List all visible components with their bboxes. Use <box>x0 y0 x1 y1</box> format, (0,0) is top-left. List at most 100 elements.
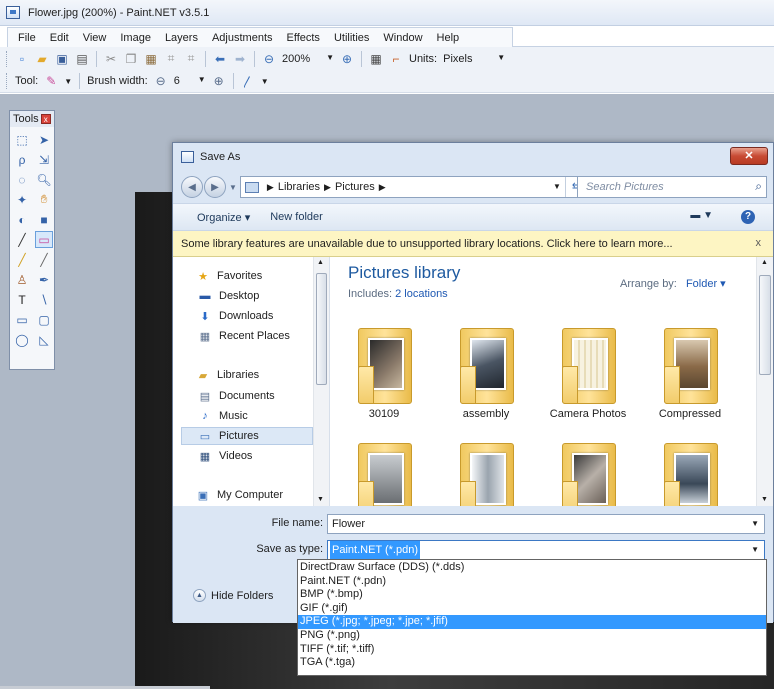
eraser-icon[interactable]: ▭ <box>35 231 53 248</box>
grid-icon[interactable]: ▦ <box>368 51 384 67</box>
folder-item[interactable]: assembly <box>446 314 526 424</box>
type-option-bmp[interactable]: BMP (*.bmp) <box>298 588 766 602</box>
lasso-select-icon[interactable]: ρ <box>13 151 31 168</box>
menu-effects[interactable]: Effects <box>280 32 327 44</box>
file-list-scrollbar[interactable]: ▲ ▼ <box>756 257 773 506</box>
ruler-icon[interactable]: ⌐ <box>388 51 404 67</box>
save-icon[interactable]: ▣ <box>54 51 70 67</box>
type-option-jpeg[interactable]: JPEG (*.jpg; *.jpeg; *.jpe; *.jfif) <box>298 615 766 629</box>
clone-stamp-icon[interactable]: ♙ <box>13 271 31 288</box>
paste-icon[interactable]: ▦ <box>143 51 159 67</box>
nav-item-pictures[interactable]: ▭ Pictures <box>197 427 259 445</box>
chevron-right-icon[interactable]: ▶ <box>379 182 386 193</box>
nav-item-favorites[interactable]: ★ Favorites <box>195 267 262 285</box>
scroll-up-arrow[interactable]: ▲ <box>317 259 324 266</box>
zoom-out-icon[interactable]: ⊖ <box>261 51 277 67</box>
nav-item-libraries[interactable]: ▰ Libraries <box>195 366 259 384</box>
type-option-png[interactable]: PNG (*.png) <box>298 629 766 643</box>
close-button[interactable]: ✕ <box>730 147 768 165</box>
breadcrumb-libraries[interactable]: Libraries <box>278 181 320 193</box>
copy-icon[interactable]: ❐ <box>123 51 139 67</box>
file-name-input[interactable]: Flower ▼ <box>327 514 765 534</box>
forward-button[interactable]: ▶ <box>204 176 226 198</box>
info-bar-text[interactable]: Some library features are unavailable du… <box>181 238 673 250</box>
address-history-dropdown[interactable]: ▼ <box>553 177 561 197</box>
type-option-dds[interactable]: DirectDraw Surface (DDS) (*.dds) <box>298 561 766 575</box>
line-curve-icon[interactable]: ∖ <box>35 291 53 308</box>
menu-window[interactable]: Window <box>376 32 429 44</box>
move-selected-icon[interactable]: ⇲ <box>35 151 53 168</box>
folder-item[interactable] <box>344 429 424 506</box>
nav-item-downloads[interactable]: ⬇ Downloads <box>197 307 273 325</box>
scrollbar-thumb[interactable] <box>316 273 327 385</box>
new-image-icon[interactable]: ▫ <box>14 51 30 67</box>
rounded-rectangle-icon[interactable]: ▢ <box>35 311 53 328</box>
decrease-width-icon[interactable]: ⊖ <box>153 73 169 89</box>
nav-item-documents[interactable]: ▤ Documents <box>197 387 275 405</box>
antialiasing-icon[interactable]: 〳 <box>240 73 256 89</box>
nav-item-videos[interactable]: ▦ Videos <box>197 447 253 465</box>
scroll-down-arrow[interactable]: ▼ <box>761 496 768 503</box>
folder-item[interactable] <box>548 429 628 506</box>
nav-item-my-computer[interactable]: ▣ My Computer <box>195 486 283 504</box>
color-picker-icon[interactable]: ╱ <box>35 251 53 268</box>
recolor-icon[interactable]: ✒ <box>35 271 53 288</box>
new-folder-button[interactable]: New folder <box>270 211 323 223</box>
menu-help[interactable]: Help <box>430 32 467 44</box>
search-input[interactable]: Search Pictures ⌕ <box>577 176 767 198</box>
folder-item[interactable]: Compressed <box>650 314 730 424</box>
save-type-select[interactable]: Paint.NET (*.pdn) ▼ <box>327 540 765 560</box>
ellipse-icon[interactable]: ◯ <box>13 331 31 348</box>
toolbar-grip[interactable] <box>6 50 9 67</box>
type-option-gif[interactable]: GIF (*.gif) <box>298 602 766 616</box>
units-combo[interactable]: Pixels ▼ <box>440 50 508 68</box>
type-option-pdn[interactable]: Paint.NET (*.pdn) <box>298 575 766 589</box>
increase-width-icon[interactable]: ⊕ <box>211 73 227 89</box>
back-button[interactable]: ◀ <box>181 176 203 198</box>
menu-edit[interactable]: Edit <box>43 32 76 44</box>
breadcrumb-pictures[interactable]: Pictures <box>335 181 375 193</box>
chevron-down-icon[interactable]: ▼ <box>751 541 759 559</box>
rectangle-select-icon[interactable]: ⬚ <box>13 131 31 148</box>
locations-link[interactable]: 2 locations <box>395 288 448 300</box>
recent-pages-dropdown[interactable]: ▼ <box>229 183 237 192</box>
antialiasing-dropdown-arrow[interactable]: ▼ <box>261 77 269 86</box>
menu-layers[interactable]: Layers <box>158 32 205 44</box>
nav-pane-scrollbar[interactable]: ▲ ▼ <box>313 257 329 506</box>
redo-icon[interactable]: ➡ <box>232 51 248 67</box>
menu-image[interactable]: Image <box>113 32 158 44</box>
deselect-icon[interactable]: ⌗ <box>183 51 199 67</box>
folder-item[interactable] <box>650 429 730 506</box>
nav-item-recent-places[interactable]: ▦ Recent Places <box>197 327 290 345</box>
scrollbar-thumb[interactable] <box>759 275 771 375</box>
nav-item-desktop[interactable]: ▬ Desktop <box>197 287 260 305</box>
freeform-shape-icon[interactable]: ◺ <box>35 331 53 348</box>
gradient-icon[interactable]: ■ <box>35 211 53 228</box>
folder-item[interactable] <box>446 429 526 506</box>
scroll-up-arrow[interactable]: ▲ <box>761 259 768 266</box>
toolbar-grip[interactable] <box>6 73 9 89</box>
organize-button[interactable]: Organize ▾ <box>197 211 250 224</box>
move-selection-icon[interactable]: ➤ <box>35 131 53 148</box>
cut-icon[interactable]: ✂ <box>103 51 119 67</box>
crop-icon[interactable]: ⌗ <box>163 51 179 67</box>
arrange-dropdown[interactable]: Folder ▾ <box>686 278 726 290</box>
close-icon[interactable]: x <box>40 114 51 124</box>
eraser-icon[interactable]: ✎ <box>43 73 59 89</box>
scroll-down-arrow[interactable]: ▼ <box>317 496 324 503</box>
type-option-tiff[interactable]: TIFF (*.tif; *.tiff) <box>298 643 766 657</box>
brush-width-combo[interactable]: 6 ▼ <box>171 72 209 90</box>
chevron-right-icon[interactable]: ▶ <box>324 182 331 193</box>
undo-icon[interactable]: ⬅ <box>212 51 228 67</box>
info-bar[interactable]: Some library features are unavailable du… <box>173 231 773 257</box>
close-icon[interactable]: x <box>756 237 762 249</box>
print-icon[interactable]: ▤ <box>74 51 90 67</box>
ellipse-select-icon[interactable]: ◌ <box>13 171 31 188</box>
zoom-in-icon[interactable]: ⊕ <box>339 51 355 67</box>
nav-item-music[interactable]: ♪ Music <box>197 407 247 425</box>
pencil-icon[interactable]: ╱ <box>13 251 31 268</box>
magic-wand-icon[interactable]: ✦ <box>13 191 31 208</box>
chevron-down-icon[interactable]: ▼ <box>751 515 759 533</box>
paint-bucket-icon[interactable]: ◐ <box>13 211 31 228</box>
menu-adjustments[interactable]: Adjustments <box>205 32 280 44</box>
